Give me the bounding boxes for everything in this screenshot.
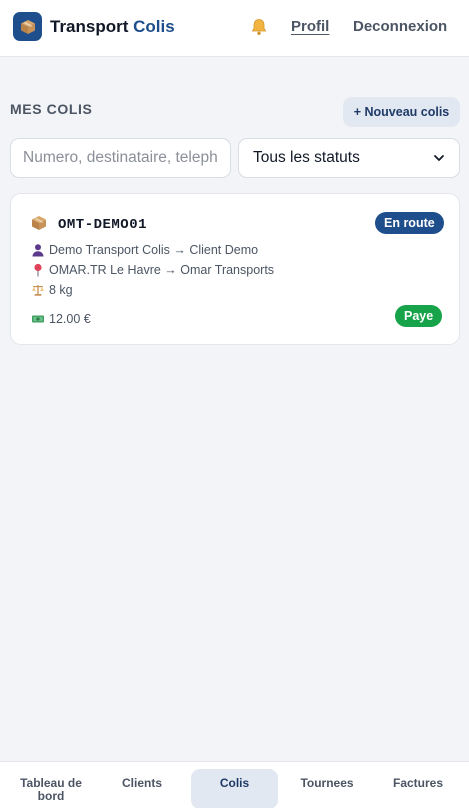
- status-filter-value: Tous les statuts: [253, 149, 360, 166]
- payment-badge: Paye: [395, 305, 443, 327]
- status-filter-select[interactable]: Tous les statuts: [238, 138, 460, 178]
- banknote-icon: [32, 315, 44, 323]
- parcel-price-text: 12.00 €: [49, 312, 91, 326]
- package-icon: [32, 216, 46, 230]
- brand-accent: Colis: [133, 17, 175, 36]
- parcel-places-text: OMAR.TR Le Havre → Omar Transports: [49, 263, 275, 277]
- parcel-places: OMAR.TR Le Havre → Omar Transports: [31, 262, 274, 278]
- parcel-weight-text: 8 kg: [49, 283, 73, 297]
- parcel-price: 12.00 €: [31, 311, 91, 327]
- tab-factures[interactable]: Factures: [377, 769, 459, 808]
- package-icon: [20, 19, 35, 34]
- tab-clients[interactable]: Clients: [101, 769, 183, 808]
- bottom-nav: Tableau de bord Clients Colis Tournees F…: [0, 761, 469, 808]
- parcel-route: Demo Transport Colis → Client Demo: [31, 242, 258, 258]
- app-title: Transport Colis: [50, 17, 175, 37]
- brand-main: Transport: [50, 17, 129, 36]
- parcel-card[interactable]: OMT-DEMO01 En route Demo Transport Colis…: [10, 193, 460, 345]
- tab-dashboard[interactable]: Tableau de bord: [10, 769, 92, 808]
- page-title: MES COLIS: [10, 101, 93, 117]
- tracking-number: OMT-DEMO01: [58, 217, 148, 233]
- tab-colis[interactable]: Colis: [191, 769, 278, 808]
- bell-icon[interactable]: [249, 17, 269, 37]
- top-bar: Transport Colis Profil Deconnexion: [0, 0, 469, 57]
- pin-icon: [34, 263, 42, 277]
- search-input[interactable]: [10, 138, 231, 178]
- chevron-down-icon: [434, 155, 444, 161]
- logout-link[interactable]: Deconnexion: [353, 18, 447, 35]
- scale-icon: [32, 285, 44, 296]
- parcel-route-text: Demo Transport Colis → Client Demo: [49, 243, 259, 257]
- new-parcel-button[interactable]: + Nouveau colis: [343, 97, 460, 127]
- tab-tournees[interactable]: Tournees: [286, 769, 368, 808]
- profile-link[interactable]: Profil: [291, 18, 329, 35]
- app-logo[interactable]: [13, 12, 42, 41]
- person-icon: [32, 244, 44, 257]
- status-badge: En route: [375, 212, 444, 234]
- parcel-weight: 8 kg: [31, 282, 73, 298]
